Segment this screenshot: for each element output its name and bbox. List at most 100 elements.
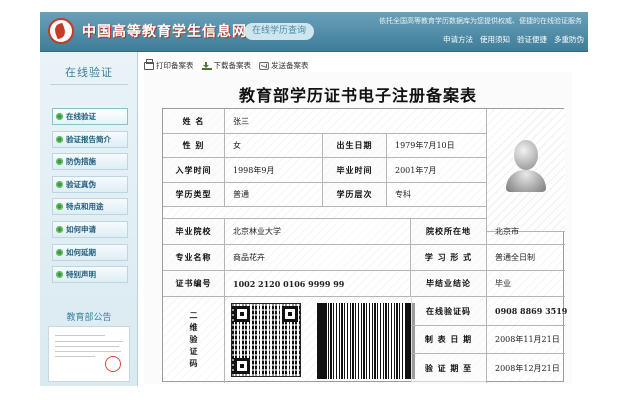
print-label: 打印备案表 <box>156 61 194 70</box>
sidebar-item-how-to-apply[interactable]: 如何申请 <box>52 220 128 238</box>
code-char: 证 <box>189 347 198 356</box>
label-edu-level: 学历层次 <box>323 183 387 207</box>
value-birth-date: 1979年7月10日 <box>387 134 487 158</box>
sidebar-item-label: 特点和用途 <box>66 202 104 212</box>
label-birth-date: 出生日期 <box>323 134 387 158</box>
sidebar-divider <box>50 84 128 85</box>
label-cert-no: 证书编号 <box>163 271 225 297</box>
site-badge[interactable]: 在线学历查询 <box>244 23 315 40</box>
nav-anti-counterfeit[interactable]: 多重防伪 <box>554 34 584 45</box>
download-icon <box>201 61 212 70</box>
value-valid-until: 2008年12月21日 <box>495 364 560 373</box>
sidebar-item-label: 验证真伪 <box>66 179 96 189</box>
value-edu-level: 专科 <box>387 183 487 207</box>
send-button[interactable]: 发送备案表 <box>259 60 309 71</box>
code-char: 码 <box>189 359 198 368</box>
sidebar: 在线验证 在线验证 验证报告简介 防伪措施 验证真伪 特点和用途 如何申请 如何… <box>40 52 138 386</box>
sidebar-item-label: 特别声明 <box>66 270 96 280</box>
send-label: 发送备案表 <box>271 61 309 70</box>
code-char: 二 <box>189 311 198 320</box>
label-school-location: 院校所在地 <box>411 219 487 245</box>
value-issue-date: 2008年11月21日 <box>487 326 565 354</box>
download-label: 下载备案表 <box>213 61 252 70</box>
sidebar-item-report-intro[interactable]: 验证报告简介 <box>52 130 128 148</box>
sidebar-menu: 在线验证 验证报告简介 防伪措施 验证真伪 特点和用途 如何申请 如何延期 特别… <box>52 108 128 289</box>
bullet-icon <box>56 158 63 166</box>
qr-finder <box>234 358 250 374</box>
sidebar-item-label: 如何申请 <box>66 224 96 234</box>
printer-icon <box>144 58 154 70</box>
qr-finder <box>282 306 298 322</box>
sidebar-item-label: 如何延期 <box>66 247 96 257</box>
label-study-form: 学 习 形 式 <box>411 245 487 271</box>
qr-code-icon <box>231 303 301 377</box>
header-tagline: 依托全国高等教育学历数据库为您提供权威、便捷的在线验证服务 <box>379 17 582 25</box>
certificate: 教育部学历证书电子注册备案表 姓 名 张三 性 别 女 出生日期 1979年7月… <box>144 72 572 384</box>
value-study-form: 普通全日制 <box>487 245 565 271</box>
sidebar-item-online-verify[interactable]: 在线验证 <box>52 108 128 125</box>
sidebar-item-label: 防伪措施 <box>66 157 96 167</box>
label-edu-type: 学历类型 <box>163 183 225 207</box>
avatar-icon <box>506 140 546 200</box>
notice-line <box>55 335 105 336</box>
site-header: 中国高等教育学生信息网 在线学历查询 依托全国高等教育学历数据库为您提供权威、便… <box>40 12 588 52</box>
code-char: 维 <box>189 323 198 332</box>
bullet-icon <box>56 248 63 256</box>
label-conclusion: 毕结业结论 <box>411 271 487 297</box>
sidebar-item-anti-fake[interactable]: 防伪措施 <box>52 153 128 171</box>
sidebar-item-verify-authenticity[interactable]: 验证真伪 <box>52 175 128 193</box>
bullet-icon <box>56 203 63 211</box>
nav-verify-convenience[interactable]: 验证便捷 <box>517 34 547 45</box>
notice-line <box>55 341 123 342</box>
certificate-table: 姓 名 张三 性 别 女 出生日期 1979年7月10日 入学时间 1998年9… <box>162 108 567 383</box>
bullet-icon <box>56 135 63 143</box>
value-graduate-time: 2001年7月 <box>387 158 487 183</box>
sidebar-item-label: 在线验证 <box>66 112 96 121</box>
notice-title: 教育部公告 <box>66 313 112 323</box>
value-school: 北京林业大学 <box>225 219 411 245</box>
sidebar-item-features[interactable]: 特点和用途 <box>52 198 128 216</box>
notice-line <box>55 351 121 352</box>
label-verify-code: 在线验证码 <box>411 297 487 326</box>
sidebar-title: 在线验证 <box>65 66 113 79</box>
photo-cell <box>487 109 565 232</box>
download-button[interactable]: 下载备案表 <box>201 60 252 71</box>
header-nav: 申请方法 使用须知 验证便捷 多重防伪 <box>443 34 584 45</box>
certificate-title: 教育部学历证书电子注册备案表 <box>238 86 477 105</box>
label-school: 毕业院校 <box>163 219 225 245</box>
avatar-head <box>514 140 538 170</box>
print-button[interactable]: 打印备案表 <box>144 58 194 71</box>
label-valid-until: 验 证 期 至 <box>411 354 487 383</box>
label-gender: 性 别 <box>163 134 225 158</box>
value-conclusion: 毕业 <box>487 271 565 297</box>
value-cert-no: 1002 2120 0106 9999 99 <box>225 271 411 297</box>
nav-apply-method[interactable]: 申请方法 <box>443 34 473 45</box>
label-graduate-time: 毕业时间 <box>323 158 387 183</box>
label-enroll-time: 入学时间 <box>163 158 225 183</box>
avatar-body <box>506 170 546 192</box>
sidebar-item-how-to-extend[interactable]: 如何延期 <box>52 243 128 261</box>
send-icon <box>259 61 269 70</box>
value-edu-type: 普通 <box>225 183 323 207</box>
qr-finder <box>234 306 250 322</box>
value-enroll-time: 1998年9月 <box>225 158 323 183</box>
sidebar-item-statement[interactable]: 特别声明 <box>52 266 128 284</box>
value-major: 商品花卉 <box>225 245 411 271</box>
label-name: 姓 名 <box>163 109 225 134</box>
label-major: 专业名称 <box>163 245 225 271</box>
label-qr-code: 二 维 验 证 码 <box>163 297 225 383</box>
bullet-icon <box>56 271 63 279</box>
sidebar-item-label: 验证报告简介 <box>66 134 111 144</box>
value-gender: 女 <box>225 134 323 158</box>
value-school-location: 北京市 <box>487 219 565 245</box>
bullet-icon <box>56 225 63 233</box>
nav-usage-notes[interactable]: 使用须知 <box>480 34 510 45</box>
spacer-row <box>163 207 487 219</box>
seal-icon <box>105 356 121 372</box>
bullet-icon <box>56 113 63 120</box>
notice-thumbnail[interactable] <box>48 326 130 382</box>
value-verify-code: 0908 8869 3519 <box>487 297 567 326</box>
notice-line <box>55 356 95 357</box>
barcode-icon <box>317 303 415 379</box>
notice-line <box>55 346 119 347</box>
